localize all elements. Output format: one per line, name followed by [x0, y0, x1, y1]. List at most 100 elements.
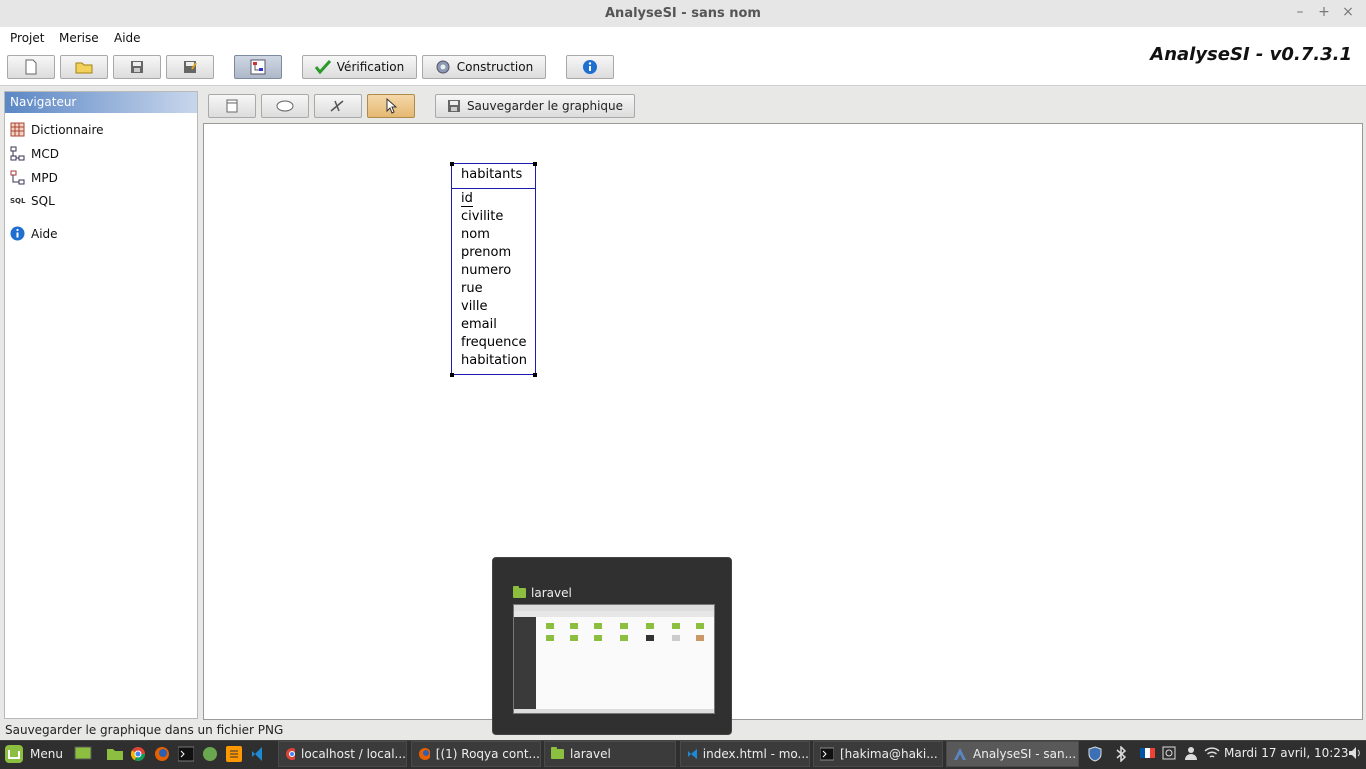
nav-item-aide[interactable]: Aide	[10, 226, 58, 241]
open-folder-icon	[75, 62, 93, 74]
app-brand: AnalyseSI - v0.7.3.1	[1150, 44, 1352, 65]
bluetooth-icon[interactable]	[1114, 746, 1128, 762]
add-entity-tool[interactable]	[208, 94, 256, 118]
vscode-icon[interactable]	[250, 746, 266, 762]
save-button[interactable]	[113, 55, 161, 79]
maximize-button[interactable]: +	[1316, 4, 1332, 20]
verification-button[interactable]: Vérification	[302, 55, 417, 79]
entity-attribute: nom	[461, 227, 490, 242]
add-association-tool[interactable]	[261, 94, 309, 118]
select-tool[interactable]	[367, 94, 415, 118]
mint-logo-icon	[5, 745, 23, 763]
sql-icon: SQL	[10, 197, 26, 205]
shield-icon[interactable]	[1088, 746, 1102, 762]
save-as-icon	[184, 61, 197, 73]
save-as-button[interactable]	[166, 55, 214, 79]
construction-label: Construction	[456, 60, 534, 74]
entity-attribute: habitation	[461, 353, 528, 368]
info-icon	[10, 226, 25, 241]
nav-item-label: SQL	[31, 194, 55, 208]
about-button[interactable]	[566, 55, 614, 79]
minimize-button[interactable]: –	[1292, 4, 1308, 20]
nav-item-label: Dictionnaire	[31, 122, 104, 137]
terminal-icon[interactable]	[178, 746, 194, 762]
gear-icon	[436, 60, 450, 74]
entity-attribute: numero	[461, 263, 512, 278]
navigator-header: Navigateur	[5, 92, 197, 113]
entity-habitants[interactable]: habitants id civilite nom prenom numero …	[451, 163, 536, 375]
taskbar-window-label: AnalyseSI - san...	[973, 747, 1077, 761]
terminal-icon	[820, 747, 834, 761]
checkmark-icon	[314, 60, 331, 74]
link-tool[interactable]	[314, 94, 362, 118]
chrome-icon[interactable]	[130, 746, 146, 762]
nav-item-mcd[interactable]: MCD	[10, 146, 59, 161]
sublime-text-icon[interactable]	[226, 746, 242, 762]
save-graphic-button[interactable]: Sauvegarder le graphique	[435, 94, 635, 118]
taskbar-window-analysesi[interactable]: AnalyseSI - san...	[946, 741, 1079, 767]
save-icon	[447, 100, 460, 112]
taskbar-window-terminal[interactable]: [hakima@haki...	[813, 741, 943, 767]
taskbar-window-localhost[interactable]: localhost / local...	[278, 741, 407, 767]
resize-handle[interactable]	[450, 373, 454, 377]
entity-attribute: email	[461, 317, 497, 332]
diagram-canvas[interactable]	[203, 123, 1363, 720]
start-menu-button[interactable]: Menu	[4, 742, 63, 766]
mpd-diagram-icon	[10, 170, 25, 185]
start-menu-label: Menu	[30, 747, 63, 761]
menu-projet[interactable]: Projet	[10, 31, 44, 45]
user-icon[interactable]	[1184, 746, 1198, 760]
nav-item-dictionnaire[interactable]: Dictionnaire	[10, 122, 104, 137]
analysesi-icon	[954, 748, 966, 760]
title-bar: AnalyseSI - sans nom – + ×	[0, 0, 1366, 28]
open-file-button[interactable]	[60, 55, 108, 79]
menu-aide[interactable]: Aide	[114, 31, 141, 45]
save-graphic-label: Sauvegarder le graphique	[466, 99, 624, 113]
entity-attribute: civilite	[461, 209, 504, 224]
table-icon	[10, 122, 25, 137]
close-button[interactable]: ×	[1340, 4, 1356, 20]
nav-item-label: MPD	[31, 170, 58, 185]
folder-icon	[551, 747, 564, 759]
entity-tool-icon	[226, 99, 238, 113]
desktop-icon[interactable]	[74, 745, 92, 761]
window-preview-popup[interactable]: laravel	[492, 557, 732, 735]
resize-handle[interactable]	[533, 162, 537, 166]
new-file-button[interactable]	[7, 55, 55, 79]
cursor-icon	[386, 98, 397, 114]
taskbar-window-laravel[interactable]: laravel	[544, 741, 676, 767]
clock[interactable]: Mardi 17 avril, 10:23	[1224, 746, 1349, 760]
volume-icon[interactable]	[1348, 746, 1362, 760]
window-title: AnalyseSI - sans nom	[605, 6, 761, 21]
folder-icon	[513, 586, 526, 598]
nav-item-mpd[interactable]: MPD	[10, 170, 58, 185]
resize-handle[interactable]	[450, 162, 454, 166]
entity-attribute: frequence	[461, 335, 527, 350]
link-tool-icon	[330, 100, 344, 112]
nav-item-sql[interactable]: SQL SQL	[10, 194, 55, 208]
taskbar-window-label: [(1) Roqya cont...	[435, 747, 540, 761]
construction-button[interactable]: Construction	[422, 55, 546, 79]
verification-label: Vérification	[336, 60, 405, 74]
preview-title: laravel	[513, 586, 572, 600]
taskbar-window-label: laravel	[570, 747, 611, 761]
graph-view-button[interactable]	[234, 55, 282, 79]
menu-merise[interactable]: Merise	[59, 31, 99, 45]
keyboard-layout-icon[interactable]	[1140, 746, 1156, 760]
association-tool-icon	[276, 100, 294, 112]
chrome-icon	[286, 748, 296, 760]
wifi-icon[interactable]	[1204, 746, 1220, 760]
status-bar: Sauvegarder le graphique dans un fichier…	[5, 723, 284, 737]
file-manager-icon[interactable]	[106, 746, 124, 760]
taskbar-window-vscode[interactable]: index.html - mo...	[680, 741, 810, 767]
navigator-panel: Navigateur Dictionnaire MCD MPD SQL SQL …	[4, 91, 198, 719]
resize-handle[interactable]	[533, 373, 537, 377]
vscode-icon	[688, 749, 697, 759]
entity-attribute: prenom	[461, 245, 512, 260]
app-icon[interactable]	[202, 746, 218, 762]
mcd-diagram-icon	[10, 146, 25, 161]
taskbar-window-label: [hakima@haki...	[840, 747, 938, 761]
taskbar-window-roqya[interactable]: [(1) Roqya cont...	[411, 741, 541, 767]
firefox-icon[interactable]	[154, 746, 170, 762]
clipboard-icon[interactable]	[1162, 746, 1176, 760]
